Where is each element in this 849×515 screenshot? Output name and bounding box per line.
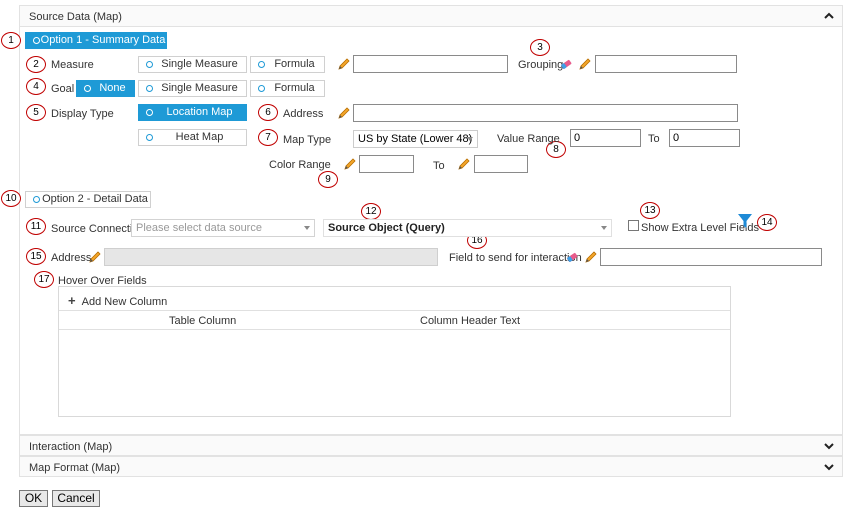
cancel-button[interactable]: Cancel xyxy=(52,490,100,507)
color-range-to-input[interactable] xyxy=(474,155,528,173)
callout-13: 13 xyxy=(640,202,660,219)
dropdown-arrow-icon xyxy=(601,226,607,230)
grouping-pencil-icon[interactable] xyxy=(578,57,592,71)
color-range-from-pencil-icon[interactable] xyxy=(343,157,357,171)
field-send-eraser-icon[interactable] xyxy=(565,250,579,264)
measure-pencil-icon[interactable] xyxy=(337,57,351,71)
location-map-radio[interactable]: Location Map xyxy=(138,104,247,121)
callout-11: 11 xyxy=(26,218,46,235)
color-range-label: Color Range xyxy=(269,159,331,171)
ok-button[interactable]: OK xyxy=(19,490,48,507)
callout-9: 9 xyxy=(318,171,338,188)
field-send-pencil-icon[interactable] xyxy=(584,250,598,264)
goal-formula-radio[interactable]: Formula xyxy=(250,80,325,97)
dropdown-arrow-icon xyxy=(467,137,473,141)
value-range-to-label: To xyxy=(648,133,660,145)
grouping-input[interactable] xyxy=(595,55,737,73)
filter-icon[interactable] xyxy=(737,213,753,230)
color-range-to-pencil-icon[interactable] xyxy=(457,157,471,171)
field-send-input[interactable] xyxy=(600,248,822,266)
goal-none-radio[interactable]: None xyxy=(76,80,135,97)
callout-5: 5 xyxy=(26,104,46,121)
option1-summary-radio[interactable]: Option 1 - Summary Data xyxy=(25,32,167,49)
heat-map-radio[interactable]: Heat Map xyxy=(138,129,247,146)
callout-15: 15 xyxy=(26,248,46,265)
display-type-label: Display Type xyxy=(51,108,114,120)
callout-3: 3 xyxy=(530,39,550,56)
callout-14: 14 xyxy=(757,214,777,231)
measure-single-measure-radio[interactable]: Single Measure xyxy=(138,56,247,73)
column-header-text[interactable]: Column Header Text xyxy=(420,315,520,327)
grouping-eraser-icon[interactable] xyxy=(559,57,573,71)
color-range-to-label: To xyxy=(433,160,445,172)
value-range-label: Value Range xyxy=(497,133,560,145)
callout-10: 10 xyxy=(1,190,21,207)
chevron-up-icon[interactable] xyxy=(824,11,834,21)
hover-fields-grid: + Add New Column Table Column Column Hea… xyxy=(58,286,731,417)
value-range-from-input[interactable]: 0 xyxy=(570,129,641,147)
goal-label: Goal xyxy=(51,83,75,95)
callout-7: 7 xyxy=(258,129,278,146)
chevron-down-icon[interactable] xyxy=(824,462,834,472)
measure-input[interactable] xyxy=(353,55,508,73)
address-label: Address xyxy=(283,108,324,120)
interaction-panel[interactable]: Interaction (Map) xyxy=(19,435,843,456)
address-input[interactable] xyxy=(353,104,738,122)
plus-icon: + xyxy=(68,293,76,308)
chevron-down-icon[interactable] xyxy=(824,441,834,451)
column-header-table-column[interactable]: Table Column xyxy=(169,315,236,327)
map-type-label: Map Type xyxy=(283,134,332,146)
detail-address-pencil-icon[interactable] xyxy=(88,250,102,264)
dropdown-arrow-icon xyxy=(304,226,310,230)
measure-label: Measure xyxy=(51,59,94,71)
option2-detail-radio[interactable]: Option 2 - Detail Data xyxy=(25,191,151,208)
map-format-panel[interactable]: Map Format (Map) xyxy=(19,456,843,477)
callout-17: 17 xyxy=(34,271,54,288)
measure-formula-radio[interactable]: Formula xyxy=(250,56,325,73)
detail-address-input[interactable] xyxy=(104,248,438,266)
source-connection-select[interactable]: Please select data source xyxy=(131,219,315,237)
callout-12: 12 xyxy=(361,203,381,220)
grid-header-row: Table Column Column Header Text xyxy=(59,310,730,330)
add-new-column-button[interactable]: + Add New Column xyxy=(68,293,167,308)
color-range-from-input[interactable] xyxy=(359,155,414,173)
source-object-select[interactable]: Source Object (Query) xyxy=(323,219,612,237)
address-pencil-icon[interactable] xyxy=(337,106,351,120)
map-type-select[interactable]: US by State (Lower 48) xyxy=(353,130,478,148)
field-send-label: Field to send for interaction xyxy=(449,252,582,264)
callout-1: 1 xyxy=(1,32,21,49)
panel-title: Source Data (Map) xyxy=(29,11,122,23)
callout-4: 4 xyxy=(26,78,46,95)
detail-address-label: Address xyxy=(51,252,92,264)
callout-2: 2 xyxy=(26,56,46,73)
grouping-label: Grouping xyxy=(518,59,564,71)
value-range-to-input[interactable]: 0 xyxy=(669,129,740,147)
goal-single-measure-radio[interactable]: Single Measure xyxy=(138,80,247,97)
show-extra-checkbox[interactable] xyxy=(628,220,639,231)
source-data-header[interactable]: Source Data (Map) xyxy=(20,6,842,27)
callout-6: 6 xyxy=(258,104,278,121)
